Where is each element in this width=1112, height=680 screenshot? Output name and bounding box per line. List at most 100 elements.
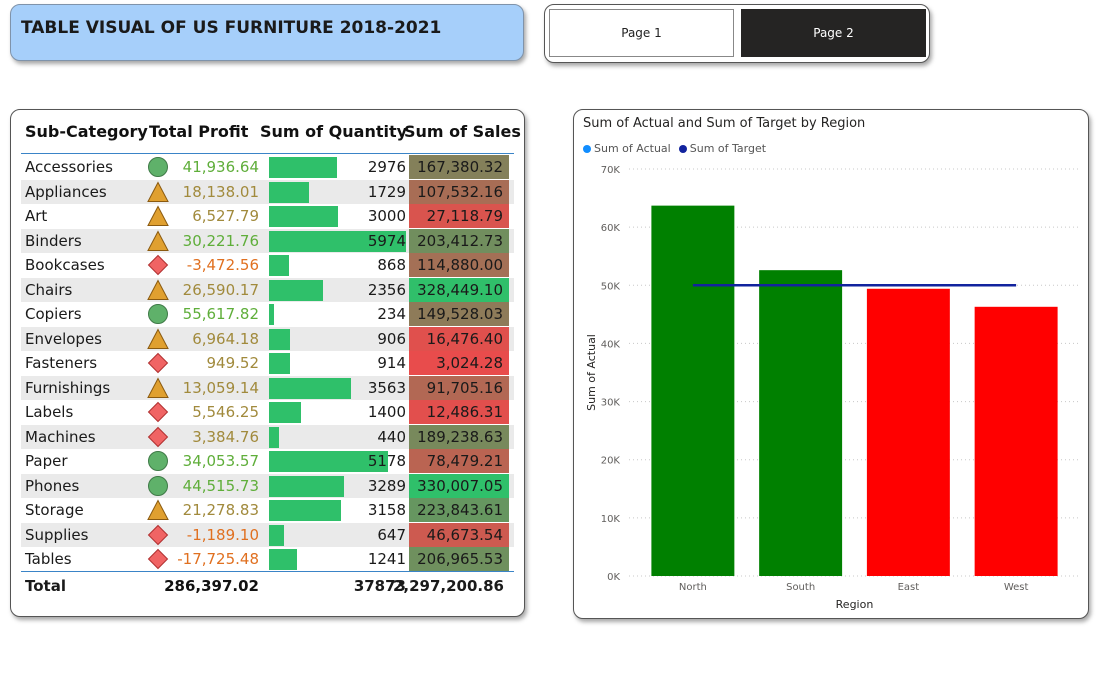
quantity-value: 3563	[367, 378, 406, 397]
table-row[interactable]: Envelopes 6,964.18 906 16,476.40	[21, 326, 514, 351]
quantity-data-bar	[269, 353, 290, 374]
sales-background: 107,532.16	[409, 179, 509, 204]
bar-west	[974, 306, 1058, 576]
column-header-subcategory[interactable]: Sub-Category	[25, 122, 148, 141]
sales-value: 27,118.79	[426, 207, 503, 225]
quantity-value: 647	[377, 525, 406, 544]
subcategory-name: Tables	[25, 550, 72, 568]
subcategory-name: Fasteners	[25, 354, 98, 372]
y-tick-label: 0K	[607, 572, 620, 583]
y-tick-label: 40K	[601, 339, 621, 350]
y-tick-label: 60K	[601, 223, 621, 234]
table-row[interactable]: Labels 5,546.25 1400 12,486.31	[21, 400, 514, 424]
total-profit-value: 26,590.17	[182, 280, 259, 299]
quantity-data-bar	[269, 279, 323, 301]
y-tick-label: 30K	[601, 398, 621, 409]
quantity-data-bar	[269, 328, 290, 350]
red-diamond-icon	[147, 254, 169, 276]
quantity-value: 3000	[367, 207, 406, 225]
quantity-data-bar	[269, 255, 289, 276]
quantity-value: 2356	[367, 280, 406, 299]
table-row[interactable]: Phones 44,515.73 3289 330,007.05	[21, 473, 514, 498]
green-circle-icon	[147, 450, 169, 472]
amber-triangle-icon	[147, 205, 169, 227]
column-header-total-profit[interactable]: Total Profit	[149, 122, 248, 141]
page-2-button[interactable]: Page 2	[741, 9, 926, 57]
page-navigator: Page 1 Page 2	[544, 4, 930, 63]
sales-background: 114,880.00	[409, 253, 509, 277]
table-row[interactable]: Art 6,527.79 3000 27,118.79	[21, 204, 514, 228]
subcategory-name: Envelopes	[25, 329, 102, 348]
table-row[interactable]: Copiers 55,617.82 234 149,528.03	[21, 302, 514, 326]
quantity-data-bar	[269, 377, 351, 399]
green-circle-icon	[147, 303, 169, 325]
red-diamond-icon	[147, 548, 169, 570]
x-tick-label: West	[1004, 582, 1029, 593]
amber-triangle-icon	[147, 376, 169, 399]
total-profit-value: 41,936.64	[182, 158, 259, 176]
quantity-data-bar	[269, 475, 344, 497]
subcategory-name: Furnishings	[25, 378, 111, 397]
page-1-button[interactable]: Page 1	[549, 9, 734, 57]
table-row[interactable]: Appliances 18,138.01 1729 107,532.16	[21, 179, 514, 204]
table-row[interactable]: Fasteners 949.52 914 3,024.28	[21, 351, 514, 375]
report-title-box: TABLE VISUAL OF US FURNITURE 2018-2021	[10, 4, 524, 61]
total-label: Total	[25, 577, 66, 595]
quantity-value: 868	[377, 256, 406, 274]
total-profit-value: 949.52	[206, 354, 260, 372]
sales-background: 16,476.40	[409, 326, 509, 351]
table-row[interactable]: Machines 3,384.76 440 189,238.63	[21, 424, 514, 449]
quantity-data-bar	[269, 549, 297, 570]
sales-value: 223,843.61	[417, 501, 503, 519]
quantity-value: 1729	[367, 182, 406, 201]
quantity-value: 3289	[367, 476, 406, 495]
table-row[interactable]: Storage 21,278.83 3158 223,843.61	[21, 498, 514, 522]
sales-value: 167,380.32	[417, 158, 503, 176]
quantity-data-bar	[269, 426, 279, 448]
sales-value: 16,476.40	[426, 329, 503, 348]
table-row[interactable]: Paper 34,053.57 5178 78,479.21	[21, 449, 514, 473]
table-row[interactable]: Bookcases -3,472.56 868 114,880.00	[21, 253, 514, 277]
quantity-value: 440	[377, 427, 406, 446]
total-profit-value: 34,053.57	[182, 452, 259, 470]
quantity-data-bar	[269, 206, 338, 227]
green-circle-icon	[147, 156, 169, 178]
total-profit-value: 55,617.82	[182, 305, 259, 323]
table-row[interactable]: Chairs 26,590.17 2356 328,449.10	[21, 277, 514, 302]
quantity-value: 3158	[367, 501, 406, 519]
x-axis-label: Region	[836, 598, 874, 611]
table-row[interactable]: Supplies -1,189.10 647 46,673.54	[21, 522, 514, 547]
table-row[interactable]: Binders 30,221.76 5974 203,412.73	[21, 228, 514, 253]
total-profit-value: -3,472.56	[186, 256, 259, 274]
amber-triangle-icon	[147, 278, 169, 301]
quantity-value: 234	[377, 305, 406, 323]
table-row[interactable]: Tables -17,725.48 1241 206,965.53	[21, 547, 514, 571]
sales-background: 12,486.31	[409, 400, 509, 424]
column-header-sum-of-quantity[interactable]: Sum of Quantity	[260, 122, 407, 141]
subcategory-name: Appliances	[25, 182, 107, 201]
sales-background: 27,118.79	[409, 204, 509, 228]
region-chart-card: Sum of Actual and Sum of Target by Regio…	[573, 109, 1089, 619]
subcategory-name: Phones	[25, 476, 80, 495]
quantity-data-bar	[269, 304, 274, 325]
total-row: Total 286,397.02 37873 2,297,200.86	[21, 573, 514, 599]
table-row[interactable]: Furnishings 13,059.14 3563 91,705.16	[21, 375, 514, 400]
report-title: TABLE VISUAL OF US FURNITURE 2018-2021	[21, 18, 442, 38]
sales-background: 203,412.73	[409, 228, 509, 253]
amber-triangle-icon	[147, 180, 169, 203]
sales-value: 12,486.31	[426, 403, 503, 421]
sales-value: 46,673.54	[426, 525, 503, 544]
total-sales: 2,297,200.86	[392, 577, 504, 595]
total-profit-value: 44,515.73	[182, 476, 259, 495]
quantity-value: 5974	[367, 231, 406, 250]
sales-background: 46,673.54	[409, 522, 509, 547]
table-row[interactable]: Accessories 41,936.64 2976 167,380.32	[21, 155, 514, 179]
subcategory-name: Accessories	[25, 158, 113, 176]
total-profit-value: 18,138.01	[182, 182, 259, 201]
quantity-value: 1400	[367, 403, 406, 421]
sales-background: 330,007.05	[409, 473, 509, 498]
y-tick-label: 70K	[601, 165, 621, 176]
column-header-sum-of-sales[interactable]: Sum of Sales	[404, 122, 521, 141]
y-tick-label: 10K	[601, 514, 621, 525]
subcategory-name: Storage	[25, 501, 84, 519]
